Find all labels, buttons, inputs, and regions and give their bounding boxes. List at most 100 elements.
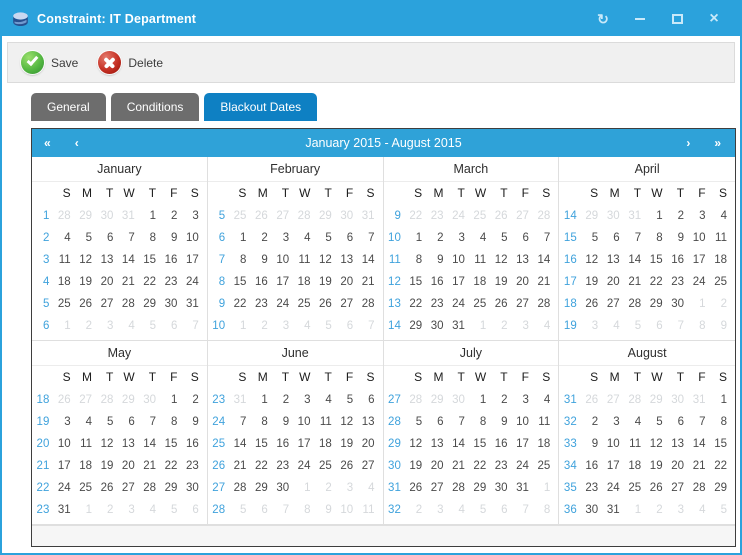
day-cell[interactable]: 20 (358, 433, 379, 455)
day-cell[interactable]: 27 (118, 477, 139, 499)
day-cell[interactable]: 3 (513, 315, 534, 337)
day-cell[interactable]: 30 (273, 477, 294, 499)
day-cell[interactable]: 18 (625, 455, 646, 477)
day-cell[interactable]: 21 (449, 455, 470, 477)
day-cell[interactable]: 12 (646, 433, 667, 455)
delete-button[interactable]: Delete (98, 51, 163, 74)
day-cell[interactable]: 2 (711, 293, 732, 315)
day-cell[interactable]: 6 (97, 227, 118, 249)
day-cell[interactable]: 16 (273, 433, 294, 455)
day-cell[interactable]: 26 (406, 477, 427, 499)
day-cell[interactable]: 22 (161, 455, 182, 477)
day-cell[interactable]: 28 (54, 205, 75, 227)
day-cell[interactable]: 21 (534, 271, 555, 293)
day-cell[interactable]: 5 (406, 411, 427, 433)
day-cell[interactable]: 20 (513, 271, 534, 293)
day-cell[interactable]: 7 (273, 499, 294, 521)
day-cell[interactable]: 14 (625, 249, 646, 271)
day-cell[interactable]: 13 (513, 249, 534, 271)
day-cell[interactable]: 22 (406, 293, 427, 315)
day-cell[interactable]: 5 (491, 227, 512, 249)
day-cell[interactable]: 6 (513, 227, 534, 249)
day-cell[interactable]: 23 (273, 455, 294, 477)
day-cell[interactable]: 9 (315, 499, 336, 521)
day-cell[interactable]: 28 (118, 293, 139, 315)
day-cell[interactable]: 8 (711, 411, 732, 433)
day-cell[interactable]: 11 (76, 433, 97, 455)
day-cell[interactable]: 11 (711, 227, 732, 249)
day-cell[interactable]: 26 (491, 205, 512, 227)
day-cell[interactable]: 4 (625, 411, 646, 433)
day-cell[interactable]: 5 (470, 499, 491, 521)
day-cell[interactable]: 5 (646, 411, 667, 433)
day-cell[interactable]: 25 (534, 455, 555, 477)
day-cell[interactable]: 3 (603, 411, 624, 433)
day-cell[interactable]: 5 (625, 315, 646, 337)
day-cell[interactable]: 18 (294, 271, 315, 293)
day-cell[interactable]: 16 (582, 455, 603, 477)
day-cell[interactable]: 25 (76, 477, 97, 499)
day-cell[interactable]: 23 (161, 271, 182, 293)
day-cell[interactable]: 2 (406, 499, 427, 521)
day-cell[interactable]: 2 (427, 227, 448, 249)
day-cell[interactable]: 2 (646, 499, 667, 521)
day-cell[interactable]: 17 (603, 455, 624, 477)
day-cell[interactable]: 10 (689, 227, 710, 249)
day-cell[interactable]: 16 (161, 249, 182, 271)
day-cell[interactable]: 3 (273, 315, 294, 337)
day-cell[interactable]: 12 (97, 433, 118, 455)
day-cell[interactable]: 1 (406, 227, 427, 249)
day-cell[interactable]: 7 (230, 411, 251, 433)
day-cell[interactable]: 13 (337, 249, 358, 271)
day-cell[interactable]: 10 (513, 411, 534, 433)
day-cell[interactable]: 22 (230, 293, 251, 315)
day-cell[interactable]: 29 (646, 293, 667, 315)
day-cell[interactable]: 18 (534, 433, 555, 455)
day-cell[interactable]: 4 (711, 205, 732, 227)
day-cell[interactable]: 25 (470, 293, 491, 315)
day-cell[interactable]: 28 (449, 477, 470, 499)
day-cell[interactable]: 19 (646, 455, 667, 477)
day-cell[interactable]: 13 (668, 433, 689, 455)
day-cell[interactable]: 3 (273, 227, 294, 249)
day-cell[interactable]: 1 (470, 389, 491, 411)
day-cell[interactable]: 13 (358, 411, 379, 433)
day-cell[interactable]: 7 (534, 227, 555, 249)
day-cell[interactable]: 22 (251, 455, 272, 477)
day-cell[interactable]: 9 (273, 411, 294, 433)
next-icon[interactable]: › (686, 129, 690, 157)
day-cell[interactable]: 11 (358, 499, 379, 521)
day-cell[interactable]: 24 (603, 477, 624, 499)
day-cell[interactable]: 28 (534, 293, 555, 315)
day-cell[interactable]: 17 (689, 249, 710, 271)
day-cell[interactable]: 23 (427, 293, 448, 315)
day-cell[interactable]: 8 (689, 315, 710, 337)
day-cell[interactable]: 1 (251, 389, 272, 411)
day-cell[interactable]: 28 (625, 389, 646, 411)
day-cell[interactable]: 23 (491, 455, 512, 477)
day-cell[interactable]: 7 (625, 227, 646, 249)
tab-general[interactable]: General (31, 93, 106, 121)
day-cell[interactable]: 29 (470, 477, 491, 499)
day-cell[interactable]: 31 (603, 499, 624, 521)
day-cell[interactable]: 14 (449, 433, 470, 455)
day-cell[interactable]: 7 (118, 227, 139, 249)
day-cell[interactable]: 14 (118, 249, 139, 271)
day-cell[interactable]: 25 (315, 455, 336, 477)
day-cell[interactable]: 31 (689, 389, 710, 411)
day-cell[interactable]: 31 (513, 477, 534, 499)
day-cell[interactable]: 7 (358, 315, 379, 337)
day-cell[interactable]: 7 (689, 411, 710, 433)
day-cell[interactable]: 17 (182, 249, 203, 271)
day-cell[interactable]: 14 (358, 249, 379, 271)
day-cell[interactable]: 26 (646, 477, 667, 499)
day-cell[interactable]: 27 (513, 293, 534, 315)
day-cell[interactable]: 5 (337, 389, 358, 411)
day-cell[interactable]: 23 (668, 271, 689, 293)
day-cell[interactable]: 12 (491, 249, 512, 271)
day-cell[interactable]: 6 (491, 499, 512, 521)
day-cell[interactable]: 28 (140, 477, 161, 499)
day-cell[interactable]: 2 (273, 389, 294, 411)
day-cell[interactable]: 13 (427, 433, 448, 455)
day-cell[interactable]: 4 (534, 389, 555, 411)
